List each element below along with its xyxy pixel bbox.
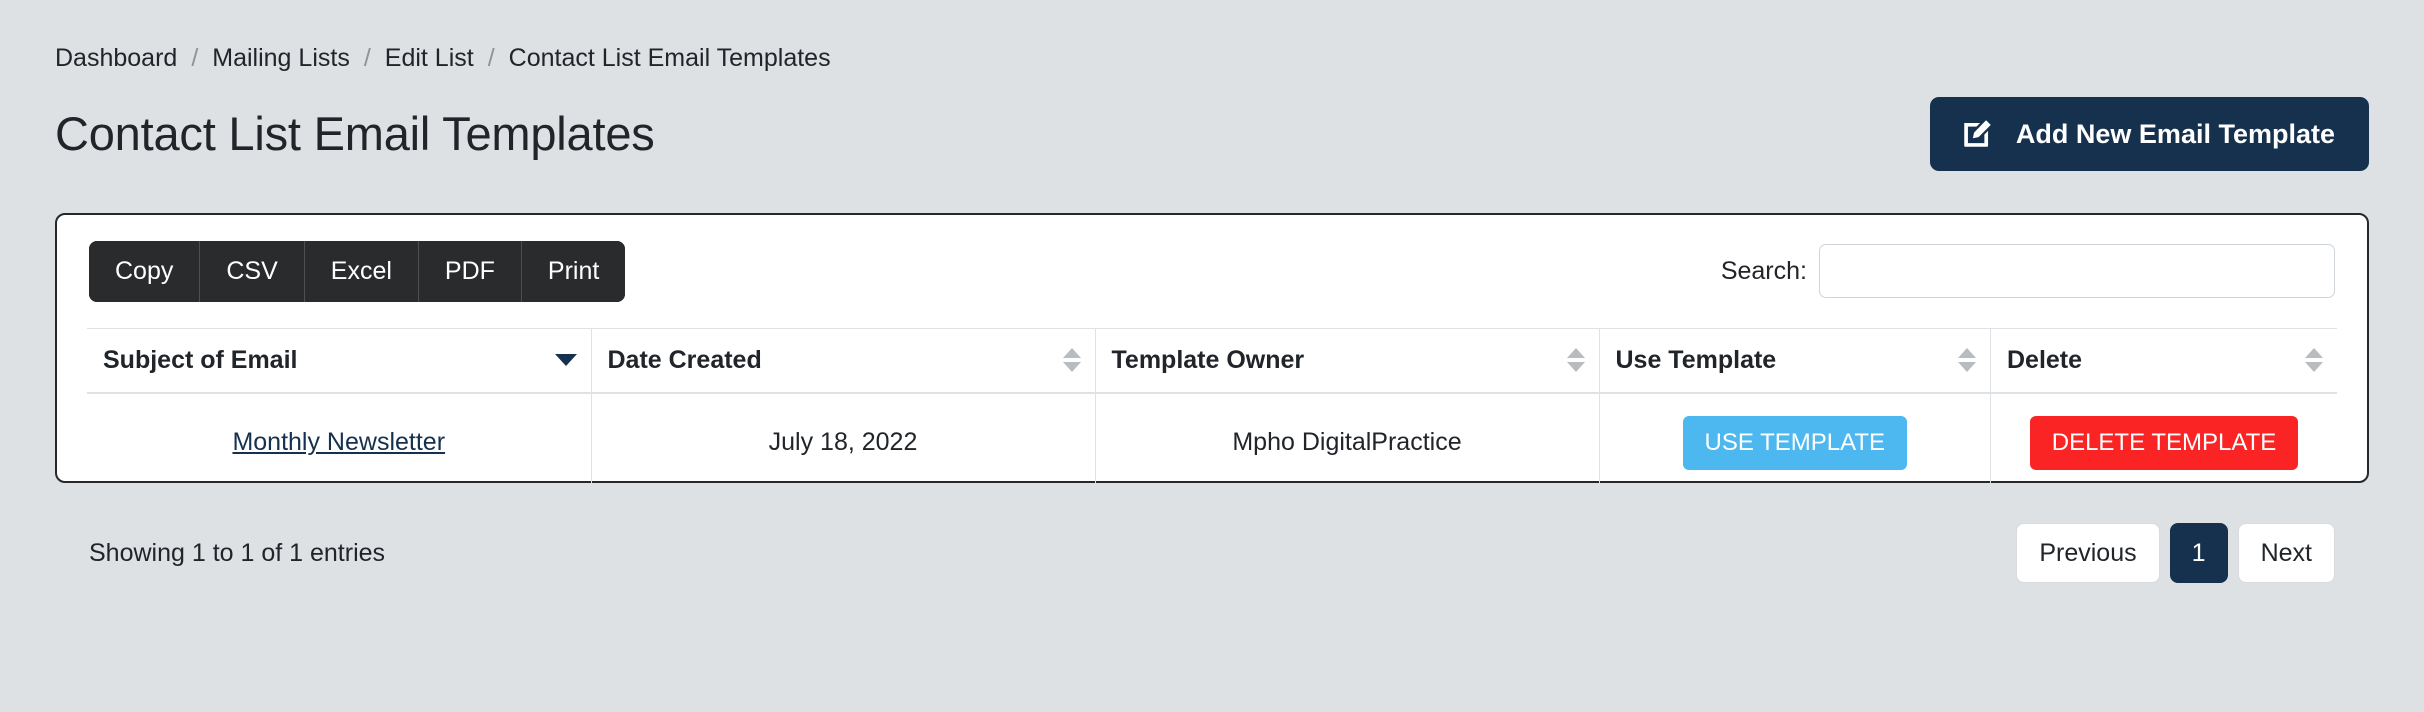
- triangle-down: [2305, 362, 2323, 373]
- column-header-template-owner[interactable]: Template Owner: [1094, 327, 1600, 394]
- search-area: Search:: [1720, 244, 2335, 299]
- triangle-up: [2305, 348, 2323, 359]
- cell-template-owner: Mpho DigitalPractice: [1094, 392, 1600, 494]
- template-subject-link[interactable]: Monthly Newsletter: [232, 428, 445, 456]
- excel-button[interactable]: Excel: [303, 241, 418, 302]
- table-toolbar: Copy CSV Excel PDF Print Search:: [87, 241, 2337, 302]
- pagination-page-1-button[interactable]: 1: [2169, 523, 2228, 584]
- triangle-up: [1062, 348, 1081, 359]
- table-body: Monthly Newsletter July 18, 2022 Mpho Di…: [87, 392, 2337, 494]
- pdf-button[interactable]: PDF: [417, 241, 521, 302]
- sort-toggle-icon[interactable]: [1958, 348, 1976, 373]
- cell-date-created: July 18, 2022: [590, 392, 1096, 494]
- page-header: Contact List Email Templates Add New Ema…: [55, 97, 2369, 171]
- breadcrumb-item-mailing-lists[interactable]: Mailing Lists: [212, 46, 350, 71]
- add-new-email-template-label: Add New Email Template: [2015, 118, 2335, 149]
- triangle-down: [1062, 362, 1081, 373]
- table-header: Subject of Email Date Created Template O…: [87, 327, 2337, 394]
- print-button[interactable]: Print: [520, 241, 626, 302]
- column-header-use-template[interactable]: Use Template: [1598, 327, 1991, 394]
- table-row: Monthly Newsletter July 18, 2022 Mpho Di…: [87, 392, 2337, 494]
- column-label: Date Created: [607, 345, 762, 374]
- column-label: Template Owner: [1111, 345, 1305, 374]
- breadcrumb-item-edit-list[interactable]: Edit List: [385, 46, 474, 71]
- cell-delete: DELETE TEMPLATE: [1990, 392, 2337, 494]
- column-header-date-created[interactable]: Date Created: [590, 327, 1096, 394]
- column-label: Use Template: [1615, 345, 1777, 374]
- search-input[interactable]: [1819, 244, 2335, 299]
- page-container: Dashboard / Mailing Lists / Edit List / …: [0, 0, 2424, 584]
- email-templates-table: Subject of Email Date Created Template O…: [87, 327, 2337, 494]
- sort-toggle-icon[interactable]: [1566, 348, 1585, 373]
- use-template-button[interactable]: USE TEMPLATE: [1682, 415, 1907, 471]
- cell-subject-of-email: Monthly Newsletter: [87, 392, 592, 494]
- pagination: Previous 1 Next: [2016, 523, 2335, 584]
- pagination-next-button[interactable]: Next: [2237, 523, 2335, 584]
- table-header-row: Subject of Email Date Created Template O…: [87, 327, 2337, 394]
- entries-info: Showing 1 to 1 of 1 entries: [89, 538, 386, 567]
- templates-card: Copy CSV Excel PDF Print Search: Subject…: [55, 213, 2369, 584]
- triangle-down: [554, 354, 577, 367]
- sort-descending-icon[interactable]: [554, 354, 577, 367]
- pagination-previous-button[interactable]: Previous: [2016, 523, 2160, 584]
- sort-toggle-icon[interactable]: [1062, 348, 1081, 373]
- cell-use-template: USE TEMPLATE: [1598, 392, 1991, 494]
- sort-toggle-icon[interactable]: [2305, 348, 2323, 373]
- add-new-email-template-button[interactable]: Add New Email Template: [1929, 97, 2369, 171]
- export-buttons-group: Copy CSV Excel PDF Print: [89, 241, 626, 302]
- breadcrumb-item-dashboard[interactable]: Dashboard: [55, 46, 177, 71]
- table-footer: Showing 1 to 1 of 1 entries Previous 1 N…: [87, 523, 2337, 584]
- breadcrumb-item-current: Contact List Email Templates: [508, 44, 831, 72]
- triangle-down: [1958, 362, 1976, 373]
- breadcrumb-separator: /: [363, 44, 371, 72]
- breadcrumb: Dashboard / Mailing Lists / Edit List / …: [55, 0, 2369, 71]
- column-label: Delete: [2007, 345, 2083, 374]
- column-label: Subject of Email: [103, 345, 298, 374]
- page-title: Contact List Email Templates: [55, 106, 655, 160]
- edit-square-pencil-icon: [1960, 117, 1994, 151]
- csv-button[interactable]: CSV: [199, 241, 304, 302]
- breadcrumb-separator: /: [191, 44, 199, 72]
- column-header-subject-of-email[interactable]: Subject of Email: [87, 327, 592, 394]
- triangle-down: [1566, 362, 1585, 373]
- breadcrumb-separator: /: [487, 44, 495, 72]
- delete-template-button[interactable]: DELETE TEMPLATE: [2029, 415, 2299, 471]
- copy-button[interactable]: Copy: [89, 241, 200, 302]
- column-header-delete[interactable]: Delete: [1990, 327, 2337, 394]
- search-label: Search:: [1720, 256, 1807, 285]
- triangle-up: [1566, 348, 1585, 359]
- triangle-up: [1958, 348, 1976, 359]
